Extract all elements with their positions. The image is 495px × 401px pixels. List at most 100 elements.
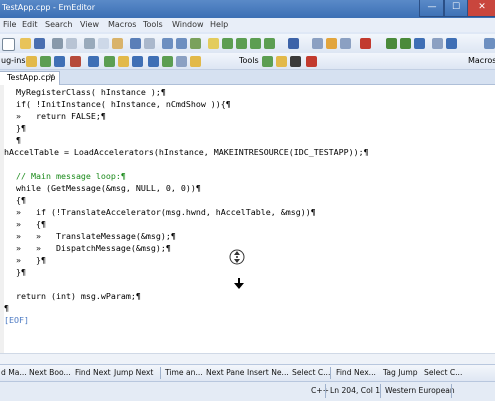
code-line: MyRegisterClass( hInstance );¶ (16, 87, 166, 97)
editor-area[interactable]: MyRegisterClass( hInstance );¶ if( !Init… (0, 85, 495, 353)
save-icon[interactable] (34, 38, 45, 49)
macro-select-icon[interactable] (414, 38, 425, 49)
customize-icon[interactable] (326, 38, 337, 49)
separator (380, 384, 381, 398)
separator (330, 367, 331, 379)
macro-step-icon[interactable] (400, 38, 411, 49)
menu-window[interactable]: Window (172, 20, 204, 29)
window-icon[interactable] (250, 38, 261, 49)
code-line: ¶ (16, 135, 21, 145)
plugin-icon[interactable] (190, 56, 201, 67)
code-line: while (GetMessage(&msg, NULL, 0, 0))¶ (16, 183, 201, 193)
open-folder-icon[interactable] (20, 38, 31, 49)
plugin-icon[interactable] (54, 56, 65, 67)
cut-icon[interactable] (84, 38, 95, 49)
menu-view[interactable]: View (80, 20, 99, 29)
separator (325, 384, 326, 398)
plugin-icon[interactable] (40, 56, 51, 67)
plugin-icon[interactable] (88, 56, 99, 67)
close-button[interactable]: ✕ (467, 0, 495, 17)
cmd-button[interactable]: d Ma... (1, 368, 27, 377)
split-horizontal-icon[interactable] (222, 38, 233, 49)
split-vertical-icon[interactable] (236, 38, 247, 49)
code-line: return (int) msg.wParam;¶ (16, 291, 141, 301)
find-next-icon[interactable] (176, 38, 187, 49)
minimize-button[interactable]: — (419, 0, 445, 17)
paste-icon[interactable] (112, 38, 123, 49)
code-line: » }¶ (16, 255, 46, 265)
tab-testapp[interactable]: TestApp.cpp ✕ (0, 71, 60, 85)
status-language[interactable]: C++ (311, 386, 329, 395)
overflow-icon[interactable] (484, 38, 495, 49)
code-line: » » DispatchMessage(&msg);¶ (16, 243, 171, 253)
undo-icon[interactable] (130, 38, 141, 49)
print-icon[interactable] (52, 38, 63, 49)
code-line: » » TranslateMessage(&msg);¶ (16, 231, 176, 241)
comment-line: // Main message loop:¶ (16, 171, 126, 181)
close-tab-icon[interactable]: ✕ (48, 72, 55, 81)
new-file-icon[interactable] (2, 38, 15, 51)
tab-bar: TestApp.cpp ✕ (0, 70, 495, 85)
menu-search[interactable]: Search (45, 20, 72, 29)
tool-icon[interactable] (262, 56, 273, 67)
highlight-icon[interactable] (208, 38, 219, 49)
config-icon[interactable] (288, 38, 299, 49)
plugin-icon[interactable] (104, 56, 115, 67)
title-bar: TestApp.cpp - EmEditor — ☐ ✕ (0, 0, 495, 18)
plugin-icon[interactable] (162, 56, 173, 67)
command-bar: d Ma... Next Boo... Find Next Jump Next … (0, 364, 495, 381)
code-line: » return FALSE;¶ (16, 111, 106, 121)
code-line: }¶ (16, 267, 26, 277)
properties-icon[interactable] (312, 38, 323, 49)
code-line: ¶ (4, 303, 9, 313)
code-line: if( !InitInstance( hInstance, nCmdShow )… (16, 99, 231, 109)
find-icon[interactable] (162, 38, 173, 49)
maximize-button[interactable]: ☐ (443, 0, 469, 17)
separator (451, 384, 452, 398)
cmd-button[interactable]: Time an... (165, 368, 203, 377)
plugin-icon[interactable] (118, 56, 129, 67)
code-line: » if (!TranslateAccelerator(msg.hwnd, hA… (16, 207, 316, 217)
cmd-button[interactable]: Jump Next (114, 368, 153, 377)
plugin-icon[interactable] (70, 56, 81, 67)
cmd-button[interactable]: Next Pane (206, 368, 244, 377)
status-position[interactable]: Ln 204, Col 1 (330, 386, 380, 395)
code-line: » {¶ (16, 219, 46, 229)
cmd-button[interactable]: Insert Ne... (247, 368, 289, 377)
menu-help[interactable]: Help (210, 20, 228, 29)
status-encoding[interactable]: Western European (385, 386, 455, 395)
copy-icon[interactable] (98, 38, 109, 49)
record-macro-icon[interactable] (360, 38, 371, 49)
plugin-icon[interactable] (26, 56, 37, 67)
outline-icon[interactable] (264, 38, 275, 49)
replace-icon[interactable] (190, 38, 201, 49)
cmd-button[interactable]: Select C... (292, 368, 330, 377)
separator (160, 367, 161, 379)
macros-label: Macros (468, 56, 495, 65)
tool-icon[interactable] (306, 56, 317, 67)
plugins-label: ug-ins (1, 56, 26, 65)
plugin-icon[interactable] (176, 56, 187, 67)
menu-file[interactable]: File (3, 20, 16, 29)
print-preview-icon[interactable] (66, 38, 77, 49)
menu-macros[interactable]: Macros (108, 20, 136, 29)
autoscroll-cursor-icon (229, 249, 245, 265)
tool-icon[interactable] (276, 56, 287, 67)
cmd-button[interactable]: Next Boo... (29, 368, 71, 377)
cmd-button[interactable]: Tag Jump (383, 368, 418, 377)
settings-icon[interactable] (340, 38, 351, 49)
macro-edit-icon[interactable] (446, 38, 457, 49)
cmd-button[interactable]: Find Nex... (336, 368, 376, 377)
eof-marker: [EOF] (4, 315, 29, 325)
menu-edit[interactable]: Edit (22, 20, 38, 29)
plugin-icon[interactable] (132, 56, 143, 67)
cmd-button[interactable]: Find Next (75, 368, 111, 377)
macro-menu-icon[interactable] (432, 38, 443, 49)
redo-icon[interactable] (144, 38, 155, 49)
cmd-button[interactable]: Select C... (424, 368, 462, 377)
menu-tools[interactable]: Tools (143, 20, 163, 29)
menu-bar: File Edit Search View Macros Tools Windo… (0, 18, 495, 32)
tool-icon[interactable] (290, 56, 301, 67)
run-macro-icon[interactable] (386, 38, 397, 49)
plugin-icon[interactable] (148, 56, 159, 67)
